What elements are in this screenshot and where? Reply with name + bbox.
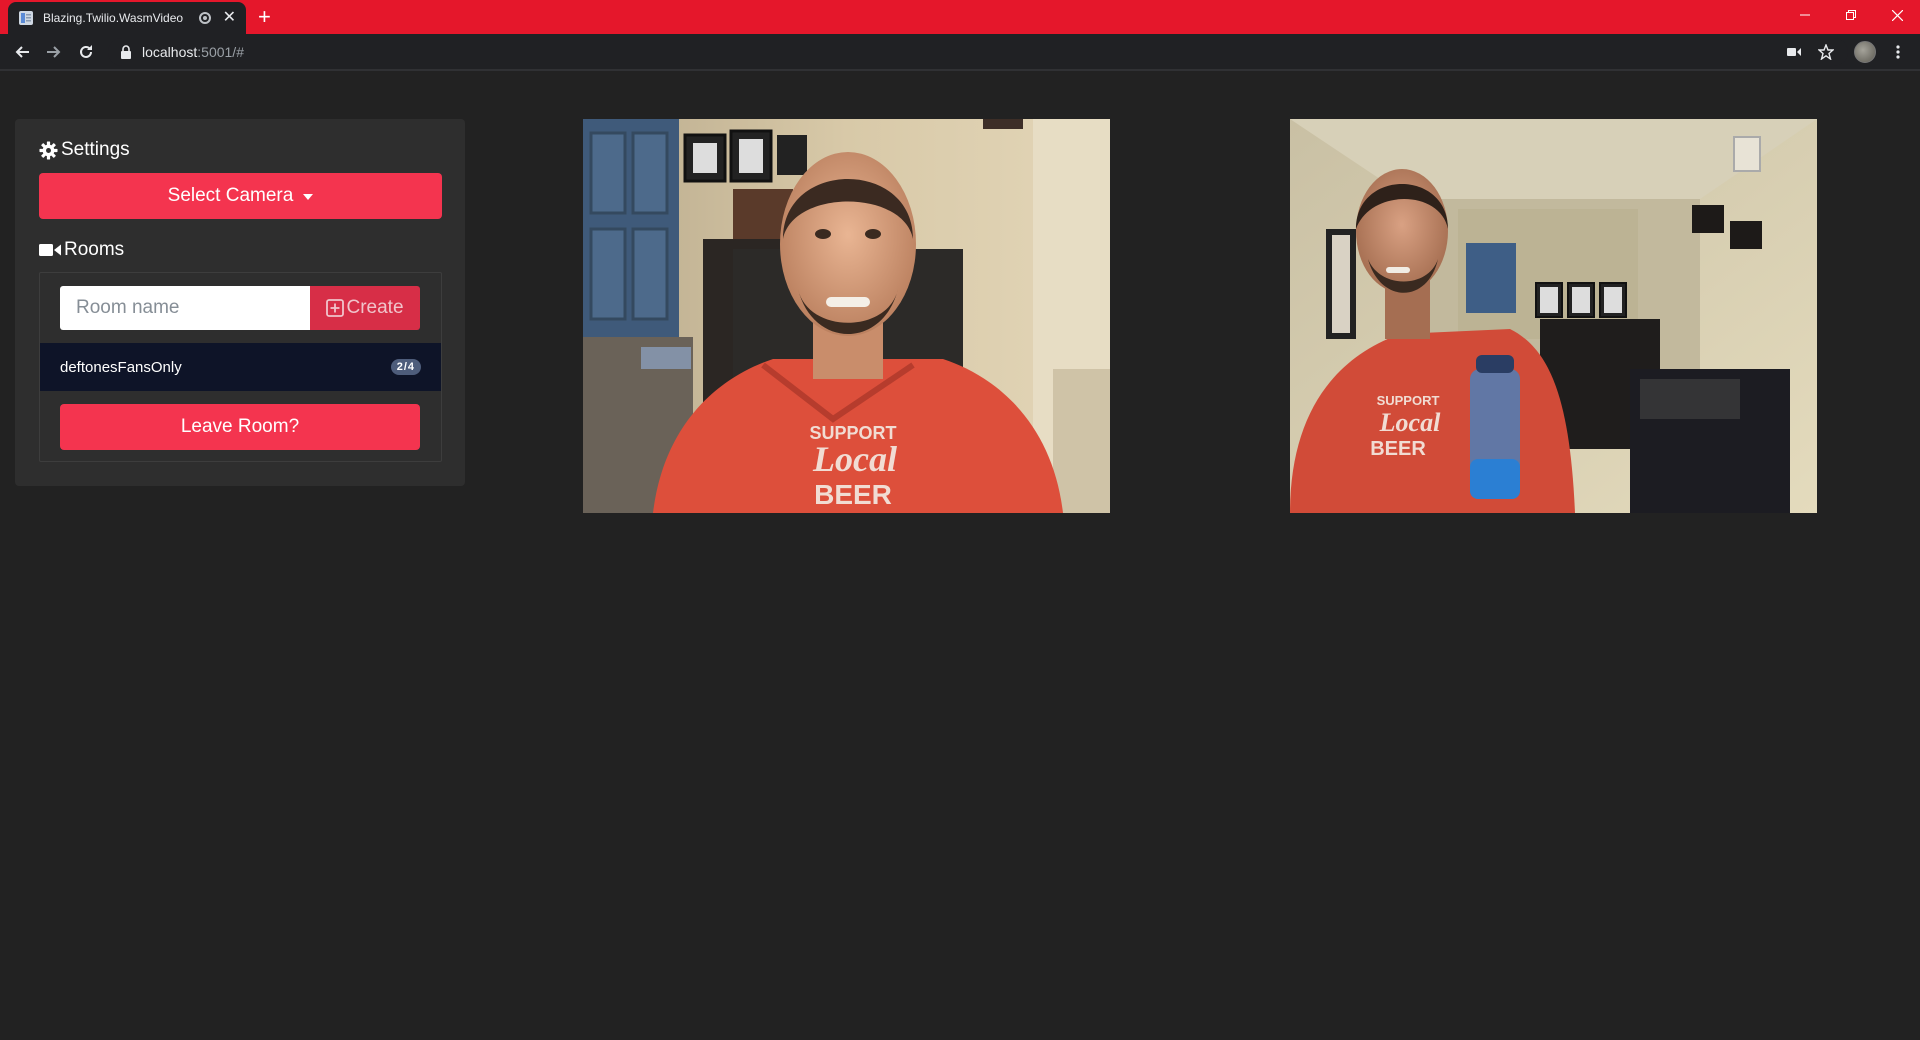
participant-count-badge: 2/4 xyxy=(390,359,421,375)
address-bar[interactable]: localhost:5001/# xyxy=(108,38,1848,66)
plus-icon[interactable]: + xyxy=(258,6,271,28)
local-video: SUPPORT Local BEER xyxy=(583,119,1110,513)
settings-title: Settings xyxy=(61,139,130,160)
shirt-text-3: BEER xyxy=(814,479,892,510)
app-viewport: Settings Select Camera Rooms Create xyxy=(0,71,1920,1040)
shirt-text-2: Local xyxy=(812,439,897,479)
avatar[interactable] xyxy=(1853,40,1877,64)
gear-icon xyxy=(39,140,58,160)
rooms-container: Create deftonesFansOnly 2/4 Leave Room? xyxy=(39,272,442,462)
remote-video-frame: SUPPORT Local BEER xyxy=(1290,119,1817,513)
select-camera-button[interactable]: Select Camera xyxy=(39,173,442,219)
caret-down-icon xyxy=(303,194,314,200)
remote-video: SUPPORT Local BEER xyxy=(1290,119,1817,513)
tab-title: Blazing.Twilio.WasmVideo xyxy=(43,11,184,25)
local-video-frame: SUPPORT Local BEER xyxy=(583,119,1110,513)
browser-titlebar: Blazing.Twilio.WasmVideo ✕ + xyxy=(0,0,1920,34)
create-room-button[interactable]: Create xyxy=(310,286,420,330)
kebab-menu-icon[interactable] xyxy=(1886,40,1910,64)
room-name-input[interactable] xyxy=(60,286,310,330)
settings-heading: Settings xyxy=(39,139,130,161)
video-camera-icon xyxy=(39,244,61,256)
create-label: Create xyxy=(346,297,404,318)
shirt-text-2: Local xyxy=(1379,408,1441,437)
sidebar-panel: Settings Select Camera Rooms Create xyxy=(15,119,465,486)
leave-room-label: Leave Room? xyxy=(180,416,300,437)
rooms-heading: Rooms xyxy=(39,239,124,261)
plus-square-icon xyxy=(326,299,345,317)
url-host: localhost xyxy=(142,44,198,60)
page-favicon-icon xyxy=(18,10,34,26)
reload-icon[interactable] xyxy=(74,40,98,64)
recording-icon xyxy=(198,12,211,24)
minimize-icon[interactable] xyxy=(1782,0,1828,30)
url-path: :5001/# xyxy=(197,44,244,60)
close-icon[interactable]: ✕ xyxy=(223,10,236,26)
browser-toolbar: localhost:5001/# xyxy=(0,34,1920,70)
forward-arrow-icon[interactable] xyxy=(42,40,66,64)
restore-icon[interactable] xyxy=(1828,0,1874,30)
shirt-text-1: SUPPORT xyxy=(1377,393,1440,408)
window-close-icon[interactable] xyxy=(1874,0,1920,30)
back-arrow-icon[interactable] xyxy=(10,40,34,64)
room-name: deftonesFansOnly xyxy=(60,358,182,376)
leave-room-button[interactable]: Leave Room? xyxy=(60,404,420,450)
browser-tab[interactable]: Blazing.Twilio.WasmVideo ✕ xyxy=(8,2,246,34)
lock-icon xyxy=(120,45,132,59)
room-list-item[interactable]: deftonesFansOnly 2/4 xyxy=(40,343,441,391)
shirt-text-3: BEER xyxy=(1370,438,1426,460)
select-camera-label: Select Camera xyxy=(167,185,294,206)
camera-icon[interactable] xyxy=(1782,40,1806,64)
star-icon[interactable] xyxy=(1814,40,1838,64)
rooms-title: Rooms xyxy=(64,239,125,260)
